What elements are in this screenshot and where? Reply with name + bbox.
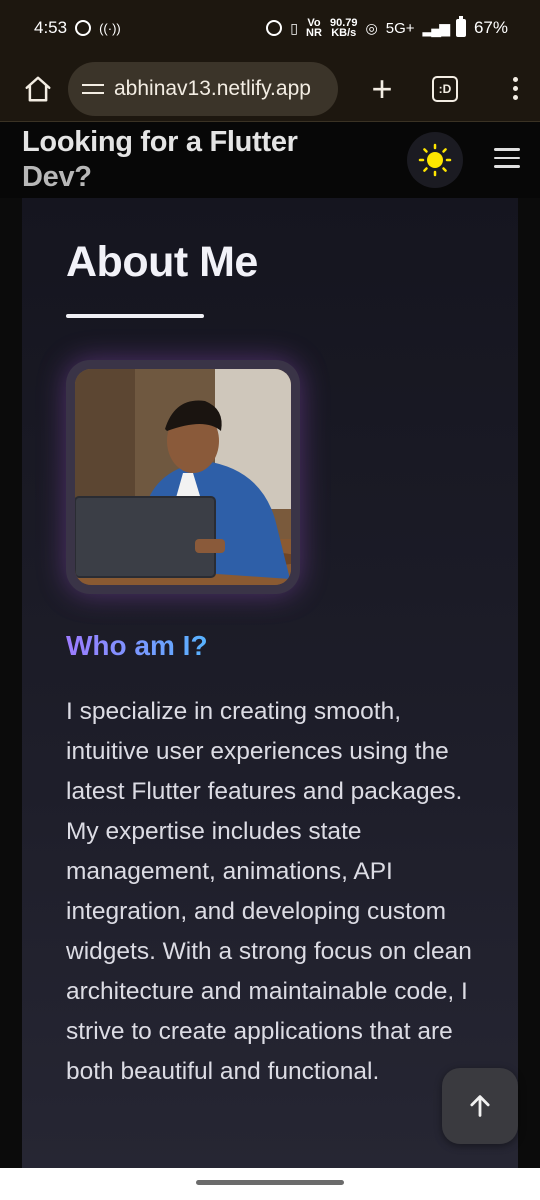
alarm-icon [266, 20, 283, 36]
url-text: abhinav13.netlify.app [114, 76, 311, 100]
home-icon [25, 76, 51, 101]
plus-icon: + [371, 67, 393, 109]
volte-label: Vo NR [306, 17, 322, 39]
battery-icon [455, 16, 466, 37]
tab-count: :D [438, 81, 452, 96]
navigation-bar [0, 1168, 540, 1200]
about-section: About Me Who am I? I specialize in creat… [22, 198, 518, 1168]
site-settings-icon[interactable] [82, 80, 104, 98]
menu-dot-icon [513, 77, 518, 82]
battery-percent: 67% [473, 18, 508, 37]
signal-icon: ▂▄▆ [422, 19, 450, 36]
status-time: 4:53 [34, 18, 68, 37]
hotspot-icon: ((·)) [99, 20, 121, 36]
home-button[interactable] [18, 69, 58, 109]
theme-toggle-button[interactable] [407, 132, 463, 188]
sun-icon [418, 143, 452, 177]
profile-photo-illustration [75, 369, 291, 585]
wifi-calling-icon: ◎ [365, 19, 378, 36]
menu-dot-icon [513, 86, 518, 91]
profile-photo-frame [66, 360, 300, 594]
vibrate-icon: ▯ [290, 19, 298, 36]
whatsapp-icon [75, 20, 92, 36]
profile-photo [75, 369, 291, 585]
hamburger-icon [494, 148, 520, 168]
bio-text: I specialize in creating smooth, intuiti… [66, 698, 472, 1085]
heading-underline [66, 314, 204, 318]
address-bar[interactable]: abhinav13.netlify.app [68, 61, 338, 116]
site-title[interactable]: Looking for a Flutter Dev? [22, 125, 342, 195]
about-heading: About Me [66, 238, 258, 286]
new-tab-button[interactable]: + [362, 67, 402, 109]
status-bar: 4:53 ((·)) ▯ Vo NR 90.79 KB/s ◎ 5G+ ▂▄▆ … [0, 0, 540, 56]
menu-dot-icon [513, 95, 518, 100]
nav-menu-button[interactable] [494, 148, 520, 168]
network-type: 5G+ [385, 19, 415, 37]
browser-toolbar: abhinav13.netlify.app + :D [0, 56, 540, 122]
browser-menu-button[interactable] [513, 77, 518, 100]
scroll-to-top-button[interactable] [442, 1068, 518, 1144]
site-header: Looking for a Flutter Dev? [0, 122, 540, 198]
network-speed-unit: KB/s [331, 27, 357, 39]
site-title-line1: Looking for a Flutter [22, 126, 298, 158]
arrow-up-icon [470, 1095, 490, 1117]
gesture-handle[interactable] [196, 1180, 344, 1185]
network-speed: 90.79 KB/s [330, 18, 358, 39]
who-am-i-heading: Who am I? [66, 630, 208, 661]
site-title-line2: Dev? [22, 161, 92, 193]
tab-switcher-button[interactable]: :D [432, 75, 458, 102]
